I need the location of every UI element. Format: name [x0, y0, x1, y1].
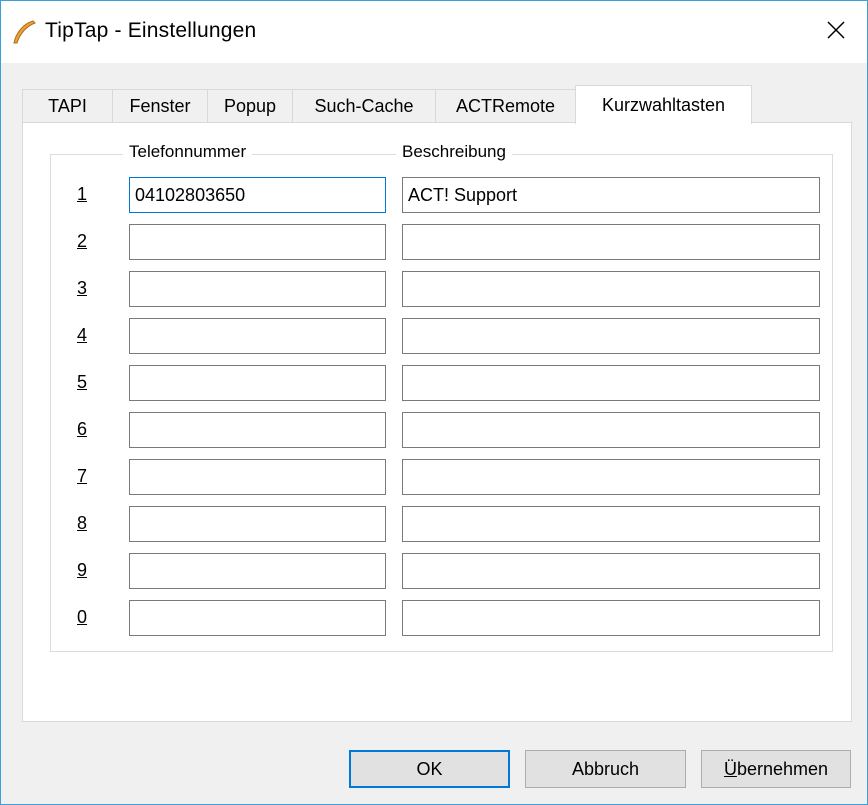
phone-field-8[interactable]	[129, 506, 386, 542]
tab-kurzwahltasten[interactable]: Kurzwahltasten	[575, 85, 752, 124]
row-key-1: 1	[77, 184, 88, 204]
close-button[interactable]	[805, 1, 867, 63]
cancel-button[interactable]: Abbruch	[525, 750, 686, 788]
phone-field-6[interactable]	[129, 412, 386, 448]
ok-button[interactable]: OK	[349, 750, 510, 788]
description-field-6[interactable]	[402, 412, 820, 448]
phone-field-2[interactable]	[129, 224, 386, 260]
row-key-4: 4	[77, 325, 88, 345]
tab-tapi[interactable]: TAPI	[22, 89, 113, 122]
apply-mnemonic: Ü	[723, 758, 737, 779]
window-title: TipTap - Einstellungen	[45, 19, 257, 42]
app-phone-icon	[11, 19, 37, 45]
apply-button[interactable]: Übernehmen	[701, 750, 851, 788]
description-field-7[interactable]	[402, 459, 820, 495]
phone-column-header: Telefonnummer	[123, 142, 253, 162]
phone-field-4[interactable]	[129, 318, 386, 354]
description-field-4[interactable]	[402, 318, 820, 354]
description-field-5[interactable]	[402, 365, 820, 401]
row-key-8: 8	[77, 513, 88, 533]
apply-label: bernehmen	[736, 758, 829, 779]
row-key-7: 7	[77, 466, 88, 486]
settings-window: TipTap - Einstellungen TAPI Fenster Popu…	[0, 0, 868, 805]
description-field-2[interactable]	[402, 224, 820, 260]
description-field-8[interactable]	[402, 506, 820, 542]
row-key-6: 6	[77, 419, 88, 439]
row-key-5: 5	[77, 372, 88, 392]
tab-popup[interactable]: Popup	[207, 89, 293, 122]
description-column-header: Beschreibung	[396, 142, 512, 162]
description-field-1[interactable]	[402, 177, 820, 213]
settings-tabs: TAPI Fenster Popup Such-Cache ACTRemote …	[22, 85, 852, 124]
tab-actremote[interactable]: ACTRemote	[435, 89, 576, 122]
description-field-3[interactable]	[402, 271, 820, 307]
close-icon	[826, 20, 846, 45]
speed-dial-panel: Telefonnummer Beschreibung 1 2 3 4 5 6 7…	[22, 122, 852, 722]
phone-field-3[interactable]	[129, 271, 386, 307]
description-field-0[interactable]	[402, 600, 820, 636]
row-key-9: 9	[77, 560, 88, 580]
tab-such-cache[interactable]: Such-Cache	[292, 89, 436, 122]
phone-field-5[interactable]	[129, 365, 386, 401]
title-bar[interactable]: TipTap - Einstellungen	[1, 1, 867, 63]
phone-field-1[interactable]	[129, 177, 386, 213]
row-key-0: 0	[77, 607, 88, 627]
row-key-2: 2	[77, 231, 88, 251]
description-field-9[interactable]	[402, 553, 820, 589]
phone-field-0[interactable]	[129, 600, 386, 636]
tab-fenster[interactable]: Fenster	[112, 89, 208, 122]
row-key-3: 3	[77, 278, 88, 298]
phone-field-7[interactable]	[129, 459, 386, 495]
phone-field-9[interactable]	[129, 553, 386, 589]
